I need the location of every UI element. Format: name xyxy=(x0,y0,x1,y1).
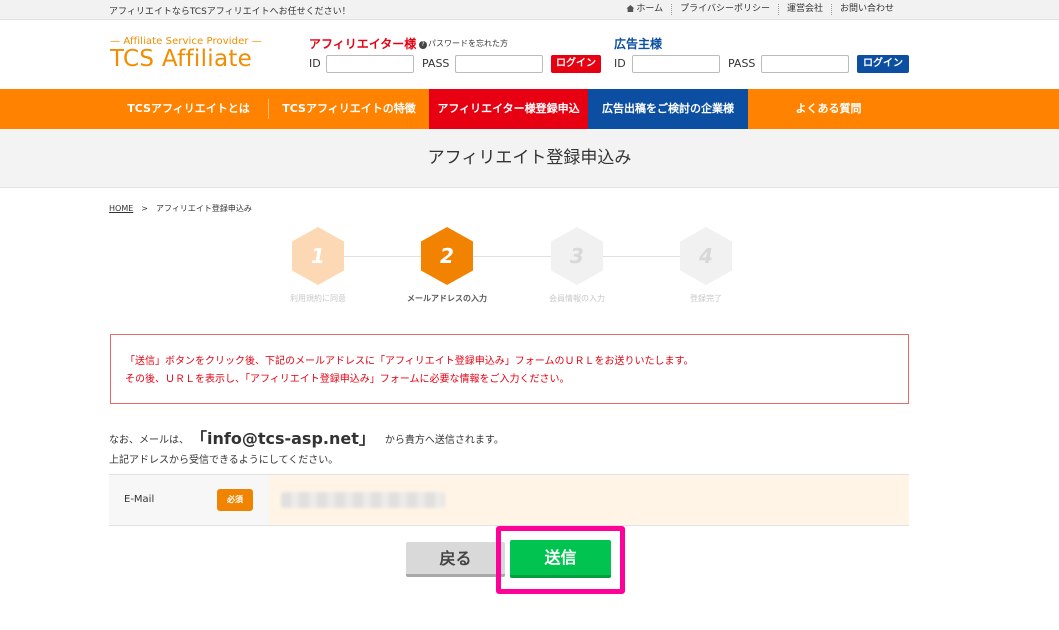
advertiser-id-label: ID xyxy=(614,57,626,70)
advertiser-id-input[interactable] xyxy=(632,55,720,73)
advertiser-pass-input[interactable] xyxy=(761,55,849,73)
notice-box: 「送信」ボタンをクリック後、下記のメールアドレスに「アフィリエイト登録申込み」フ… xyxy=(110,334,909,404)
forgot-password-label: パスワードを忘れた方 xyxy=(428,39,508,48)
nav-item-faq[interactable]: よくある質問 xyxy=(748,89,909,129)
affiliate-id-label: ID xyxy=(309,57,321,70)
email-field-label: E-Mail xyxy=(124,494,155,505)
step-4-hex-icon: 4 xyxy=(680,227,732,285)
step-2-label: メールアドレスの入力 xyxy=(407,294,487,303)
step-connector xyxy=(320,256,708,257)
notice-line-2: その後、ＵＲＬを表示し、「アフィリエイト登録申込み」フォームに必要な情報をご入力… xyxy=(125,374,570,385)
required-badge: 必須 xyxy=(217,489,253,511)
notice-line-1: 「送信」ボタンをクリック後、下記のメールアドレスに「アフィリエイト登録申込み」フ… xyxy=(125,356,694,367)
step-1-label: 利用規約に同意 xyxy=(290,294,346,303)
affiliate-login-title: アフィリエイター様 xyxy=(309,37,417,51)
nav-item-affiliate-signup[interactable]: アフィリエイター様登録申込 xyxy=(429,89,588,129)
advertiser-pass-label: PASS xyxy=(728,57,756,70)
nav-item-features[interactable]: TCSアフィリエイトの特徴 xyxy=(269,89,429,129)
send-button[interactable]: 送信 xyxy=(510,540,611,578)
top-links: ホーム プライバシーポリシー 運営会社 お問い合わせ xyxy=(618,4,902,15)
breadcrumb: HOME > アフィリエイト登録申込み xyxy=(109,203,252,214)
toplink-contact[interactable]: お問い合わせ xyxy=(830,4,902,15)
page-title: アフィリエイト登録申込み xyxy=(427,148,632,168)
affiliate-id-input[interactable] xyxy=(326,55,414,73)
step-3-hex-icon: 3 xyxy=(551,227,603,285)
breadcrumb-current: アフィリエイト登録申込み xyxy=(155,204,252,213)
email-field-blurred-value xyxy=(281,492,445,508)
mail-info-line: なお、メールは、 「info@tcs-asp.net」 から貴方へ送信されます。 xyxy=(109,425,504,449)
step-1-hex-icon: 1 xyxy=(292,227,344,285)
email-field[interactable] xyxy=(269,475,909,525)
toplink-home-label: ホーム xyxy=(636,4,664,14)
step-2-hex-icon: 2 xyxy=(421,227,473,285)
mail-info-line-2: 上記アドレスから受信できるようにしてください。 xyxy=(109,455,339,466)
advertiser-login-button[interactable]: ログイン xyxy=(857,55,909,73)
site-logo[interactable]: — Affiliate Service Provider — TCS Affil… xyxy=(110,36,262,71)
toplink-privacy[interactable]: プライバシーポリシー xyxy=(671,4,778,15)
advertiser-login-title: 広告主様 xyxy=(614,37,663,51)
back-button[interactable]: 戻る xyxy=(406,542,505,577)
nav-item-about[interactable]: TCSアフィリエイトとは xyxy=(109,89,268,129)
toplink-company[interactable]: 運営会社 xyxy=(777,4,831,15)
sender-address: 「info@tcs-asp.net」 xyxy=(199,429,375,448)
affiliate-pass-input[interactable] xyxy=(455,55,543,73)
affiliate-pass-label: PASS xyxy=(422,57,450,70)
mail-info-suffix: から貴方へ送信されます。 xyxy=(384,435,504,446)
nav-item-advertisers[interactable]: 広告出稿をご検討の企業様 xyxy=(588,89,748,129)
toplink-home[interactable]: ホーム xyxy=(618,4,671,15)
email-form-row: E-Mail 必須 xyxy=(109,474,909,526)
step-4-label: 登録完了 xyxy=(690,294,722,303)
step-3-label: 会員情報の入力 xyxy=(549,294,605,303)
main-nav: TCSアフィリエイトとは TCSアフィリエイトの特徴 アフィリエイター様登録申込… xyxy=(0,89,1059,129)
top-bar: アフィリエイトならTCSアフィリエイトへお任せください！ ホーム プライバシーポ… xyxy=(0,0,1059,20)
breadcrumb-separator: > xyxy=(141,204,148,213)
home-icon xyxy=(626,5,635,12)
tagline: アフィリエイトならTCSアフィリエイトへお任せください！ xyxy=(109,7,351,17)
mail-info-prefix: なお、メールは、 xyxy=(109,435,189,446)
breadcrumb-home-link[interactable]: HOME xyxy=(109,204,133,213)
question-icon: ? xyxy=(419,41,427,49)
logo-title: TCS Affiliate xyxy=(110,46,253,72)
affiliate-login-button[interactable]: ログイン xyxy=(551,55,601,73)
page-title-band: アフィリエイト登録申込み xyxy=(0,129,1059,188)
forgot-password-link[interactable]: ? パスワードを忘れた方 xyxy=(419,38,508,49)
